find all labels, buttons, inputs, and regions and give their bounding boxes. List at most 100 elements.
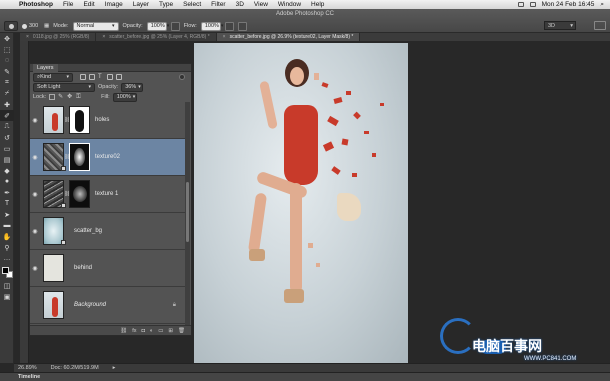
clock[interactable]: Mon 24 Feb 16:45: [542, 1, 595, 8]
collapsed-panel-dock[interactable]: [20, 41, 29, 363]
menu-layer[interactable]: Layer: [133, 1, 149, 8]
layer-row-holes[interactable]: ◉ ⛓ holes: [30, 102, 186, 139]
flow-field[interactable]: 100%: [200, 21, 221, 31]
close-icon[interactable]: ×: [223, 34, 226, 40]
pressure-opacity-toggle[interactable]: [170, 21, 180, 31]
search-icon[interactable]: ⌕: [600, 1, 604, 9]
eye-icon[interactable]: ◉: [30, 117, 40, 124]
menu-3d[interactable]: 3D: [236, 1, 244, 8]
menu-file[interactable]: File: [63, 1, 73, 8]
smart-object-filter-icon[interactable]: [116, 74, 122, 80]
layer-row-texture02[interactable]: ◉ ⛓ texture02: [30, 139, 186, 176]
layers-scrollbar[interactable]: [185, 102, 190, 326]
lasso-tool-icon[interactable]: ◌: [0, 55, 14, 66]
screen-mode-icon[interactable]: ▣: [0, 291, 14, 302]
workspace-icon[interactable]: [594, 21, 606, 30]
pressure-size-toggle[interactable]: [237, 21, 247, 31]
layer-row-scatter-bg[interactable]: ◉ scatter_bg: [30, 213, 186, 250]
pen-tool-icon[interactable]: ✒: [0, 187, 14, 198]
menu-view[interactable]: View: [254, 1, 268, 8]
layer-row-texture-1[interactable]: ◉ ⛓ texture 1: [30, 176, 186, 213]
zoom-level[interactable]: 26.89%: [18, 365, 37, 371]
wifi-icon[interactable]: [529, 2, 536, 7]
layer-opacity-field[interactable]: 36%: [121, 82, 144, 92]
menu-image[interactable]: Image: [105, 1, 123, 8]
layer-name[interactable]: texture 1: [95, 191, 118, 197]
new-layer-icon[interactable]: ⊞: [168, 328, 173, 334]
eraser-tool-icon[interactable]: ▭: [0, 143, 14, 154]
timeline-tab[interactable]: Timeline: [18, 374, 40, 380]
brush-panel-icon[interactable]: ▦: [44, 23, 49, 29]
opacity-field[interactable]: 100%: [146, 21, 167, 31]
tab-doc-1[interactable]: × 0118.jpg @ 25% (RGB/8): [20, 33, 97, 41]
layer-name[interactable]: Background: [74, 302, 106, 308]
move-tool-icon[interactable]: ✥: [0, 33, 14, 44]
menu-filter[interactable]: Filter: [211, 1, 225, 8]
layer-mask-thumbnail[interactable]: [69, 180, 90, 208]
layer-mask-thumbnail[interactable]: [69, 106, 90, 134]
menu-edit[interactable]: Edit: [83, 1, 94, 8]
delete-layer-icon[interactable]: 🗑︎: [178, 328, 185, 334]
quick-select-tool-icon[interactable]: ✎: [0, 66, 14, 77]
lock-position-icon[interactable]: ✥: [67, 94, 73, 100]
workspace-select[interactable]: 3D: [544, 21, 576, 30]
layer-name[interactable]: holes: [95, 117, 109, 123]
scrollbar-thumb[interactable]: [186, 182, 189, 242]
layer-row-background[interactable]: Background 🔒︎: [30, 287, 186, 324]
type-tool-icon[interactable]: T: [0, 198, 14, 209]
layer-thumbnail[interactable]: [43, 106, 64, 134]
clone-stamp-tool-icon[interactable]: ⎍: [0, 121, 14, 132]
brush-preset-picker[interactable]: 300: [22, 21, 40, 31]
battery-icon[interactable]: [517, 2, 524, 7]
close-icon[interactable]: ×: [102, 34, 105, 40]
shape-filter-icon[interactable]: [107, 74, 113, 80]
adjustment-filter-icon[interactable]: [89, 74, 95, 80]
brush-tool-icon[interactable]: ✐: [0, 110, 14, 121]
zoom-tool-icon[interactable]: ⚲: [0, 242, 14, 253]
pixel-filter-icon[interactable]: [80, 74, 86, 80]
menu-app[interactable]: Photoshop: [19, 1, 53, 8]
lock-all-icon[interactable]: ⚿: [76, 94, 82, 100]
new-group-icon[interactable]: ▭: [158, 328, 163, 334]
menu-window[interactable]: Window: [278, 1, 301, 8]
crop-tool-icon[interactable]: ⌗: [0, 77, 14, 88]
layer-name[interactable]: behind: [74, 265, 92, 271]
filter-kind-select[interactable]: ⌕ Kind: [33, 72, 73, 82]
tool-preset-picker[interactable]: [4, 21, 18, 31]
tab-doc-2[interactable]: × scatter_before.jpg @ 25% (Layer 4, RGB/…: [96, 33, 217, 41]
add-mask-icon[interactable]: ◘: [142, 328, 145, 334]
fill-field[interactable]: 100%: [112, 92, 137, 102]
marquee-tool-icon[interactable]: ⬚: [0, 44, 14, 55]
eyedropper-tool-icon[interactable]: ⌿: [0, 88, 14, 99]
eye-icon[interactable]: ◉: [30, 154, 40, 161]
menu-select[interactable]: Select: [183, 1, 201, 8]
eye-icon[interactable]: ◉: [30, 265, 40, 272]
menu-type[interactable]: Type: [159, 1, 173, 8]
tab-doc-3[interactable]: × scatter_before.jpg @ 26.9% (texture02, …: [216, 33, 361, 41]
status-menu-icon[interactable]: ▸: [113, 365, 116, 371]
healing-tool-icon[interactable]: ✚: [0, 99, 14, 110]
more-tools-icon[interactable]: …: [0, 253, 14, 264]
menu-help[interactable]: Help: [311, 1, 324, 8]
gradient-tool-icon[interactable]: ▤: [0, 154, 14, 165]
layer-mask-thumbnail[interactable]: [69, 143, 90, 171]
layer-thumbnail[interactable]: [43, 254, 64, 282]
airbrush-toggle[interactable]: [224, 21, 234, 31]
hand-tool-icon[interactable]: ✋: [0, 231, 14, 242]
blend-mode-select[interactable]: Soft Light: [33, 82, 95, 92]
layer-row-behind[interactable]: ◉ behind: [30, 250, 186, 287]
layer-thumbnail[interactable]: [43, 291, 64, 319]
lock-transparency-icon[interactable]: [49, 94, 56, 100]
filter-toggle[interactable]: [179, 74, 185, 80]
close-icon[interactable]: ×: [26, 34, 29, 40]
foreground-color-swatch[interactable]: [2, 267, 9, 274]
shape-tool-icon[interactable]: ▬: [0, 220, 14, 231]
history-brush-tool-icon[interactable]: ↺: [0, 132, 14, 143]
eye-icon[interactable]: ◉: [30, 228, 40, 235]
quick-mask-icon[interactable]: ◫: [0, 280, 14, 291]
link-layers-icon[interactable]: ⛓: [120, 328, 127, 334]
adjustment-layer-icon[interactable]: ◐: [150, 328, 153, 334]
layer-name[interactable]: scatter_bg: [74, 228, 102, 234]
type-filter-icon[interactable]: T: [98, 74, 104, 80]
color-swatches[interactable]: [0, 264, 14, 280]
